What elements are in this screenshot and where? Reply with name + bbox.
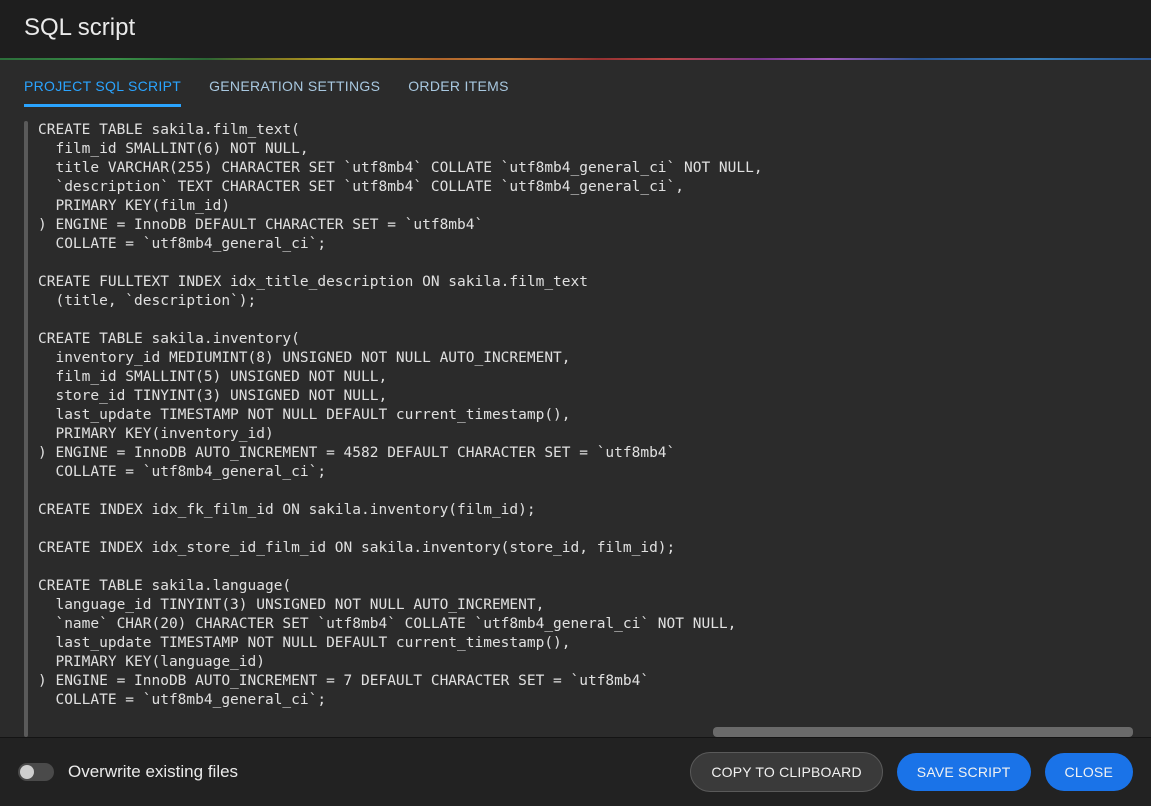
overwrite-toggle-label: Overwrite existing files [68, 762, 238, 782]
sql-script-text[interactable]: CREATE TABLE sakila.film_text( film_id S… [38, 121, 1141, 737]
toggle-knob [20, 765, 34, 779]
dialog-title: SQL script [24, 14, 1127, 42]
tab-generation-settings[interactable]: GENERATION SETTINGS [209, 72, 380, 107]
footer-bar: Overwrite existing files COPY TO CLIPBOA… [0, 737, 1151, 806]
tab-order-items[interactable]: ORDER ITEMS [408, 72, 509, 107]
accent-stripe [0, 58, 1151, 60]
horizontal-scrollbar[interactable] [24, 727, 1133, 737]
tab-bar: PROJECT SQL SCRIPT GENERATION SETTINGS O… [0, 60, 1151, 107]
close-button[interactable]: CLOSE [1045, 753, 1133, 791]
overwrite-toggle[interactable] [18, 763, 54, 781]
code-gutter [24, 121, 28, 737]
content-area: CREATE TABLE sakila.film_text( film_id S… [0, 107, 1151, 737]
title-bar: SQL script [0, 0, 1151, 58]
save-script-button[interactable]: SAVE SCRIPT [897, 753, 1031, 791]
copy-to-clipboard-button[interactable]: COPY TO CLIPBOARD [690, 752, 882, 792]
code-viewer: CREATE TABLE sakila.film_text( film_id S… [24, 121, 1141, 737]
tab-project-sql-script[interactable]: PROJECT SQL SCRIPT [24, 72, 181, 107]
horizontal-scrollbar-thumb[interactable] [713, 727, 1133, 737]
